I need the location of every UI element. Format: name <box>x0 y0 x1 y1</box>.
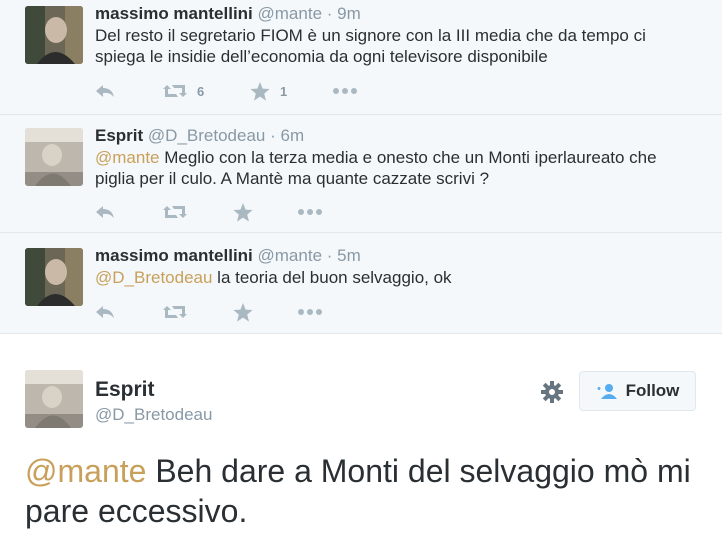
tweet-timestamp[interactable]: 5m <box>337 246 361 265</box>
author-handle[interactable]: @mante <box>258 4 323 23</box>
author-handle[interactable]: @mante <box>258 246 323 265</box>
more-icon <box>298 209 322 215</box>
author-handle[interactable]: @D_Bretodeau <box>95 405 212 425</box>
author-name[interactable]: Esprit <box>95 126 143 145</box>
separator-dot: · <box>270 126 276 145</box>
avatar[interactable] <box>25 128 83 186</box>
focused-tweet: Esprit @D_Bretodeau Follow @mante Beh da… <box>0 333 722 537</box>
retweet-icon <box>163 306 187 318</box>
favorite-icon <box>250 81 270 101</box>
reply-icon <box>96 306 114 318</box>
avatar[interactable] <box>25 370 83 428</box>
mention-link[interactable]: @mante <box>25 453 146 489</box>
tweet-body: la teoria del buon selvaggio, ok <box>212 268 452 287</box>
retweet-icon <box>163 206 187 218</box>
favorite-count: 1 <box>280 83 288 99</box>
author-handle[interactable]: @D_Bretodeau <box>148 126 265 145</box>
favorite-icon <box>233 202 253 222</box>
separator-dot: · <box>326 4 333 23</box>
more-button[interactable] <box>298 202 322 222</box>
separator-dot: · <box>326 246 333 265</box>
tweet-body: Meglio con la terza media e onesto che u… <box>95 148 657 188</box>
more-button[interactable] <box>298 302 322 322</box>
tweet-timestamp[interactable]: 9m <box>337 4 361 23</box>
gear-icon <box>541 381 563 403</box>
retweet-icon <box>163 85 187 97</box>
follow-button[interactable]: Follow <box>579 371 696 411</box>
more-icon <box>333 88 357 94</box>
favorite-button[interactable]: 1 <box>250 81 287 101</box>
author-name[interactable]: massimo mantellini <box>95 4 253 23</box>
tweet[interactable]: massimo mantellini @mante · 9m Del resto… <box>0 0 722 115</box>
tweet-text: @mante Meglio con la terza media e onest… <box>95 147 695 189</box>
reply-button[interactable] <box>95 302 115 322</box>
reply-button[interactable] <box>95 81 115 101</box>
reply-icon <box>96 85 114 97</box>
user-actions-button[interactable] <box>540 380 564 404</box>
favorite-button[interactable] <box>233 302 253 322</box>
retweet-button[interactable] <box>163 302 187 322</box>
avatar[interactable] <box>25 248 83 306</box>
retweet-button[interactable] <box>163 202 187 222</box>
follow-label: Follow <box>625 381 680 400</box>
conversation-thread: massimo mantellini @mante · 9m Del resto… <box>0 0 722 333</box>
mention-link[interactable]: @D_Bretodeau <box>95 268 212 287</box>
tweet[interactable]: Esprit @D_Bretodeau · 6m @mante Meglio c… <box>0 115 722 233</box>
tweet-text: Del resto il segretario FIOM è un signor… <box>95 26 646 66</box>
reply-icon <box>96 206 114 218</box>
author-name[interactable]: massimo mantellini <box>95 246 253 265</box>
follow-user-icon <box>597 384 617 399</box>
tweet-text: @D_Bretodeau la teoria del buon selvaggi… <box>95 267 695 288</box>
retweet-count: 6 <box>197 83 205 99</box>
favorite-icon <box>233 302 253 322</box>
reply-button[interactable] <box>95 202 115 222</box>
tweet-timestamp[interactable]: 6m <box>281 126 305 145</box>
retweet-button[interactable]: 6 <box>163 81 204 101</box>
author-name[interactable]: Esprit <box>95 378 155 402</box>
mention-link[interactable]: @mante <box>95 148 160 167</box>
tweet-text: @mante Beh dare a Monti del selvaggio mò… <box>25 451 705 531</box>
tweet[interactable]: massimo mantellini @mante · 5m @D_Bretod… <box>0 233 722 333</box>
more-icon <box>298 309 322 315</box>
avatar[interactable] <box>25 6 83 64</box>
favorite-button[interactable] <box>233 202 253 222</box>
more-button[interactable] <box>333 81 357 101</box>
